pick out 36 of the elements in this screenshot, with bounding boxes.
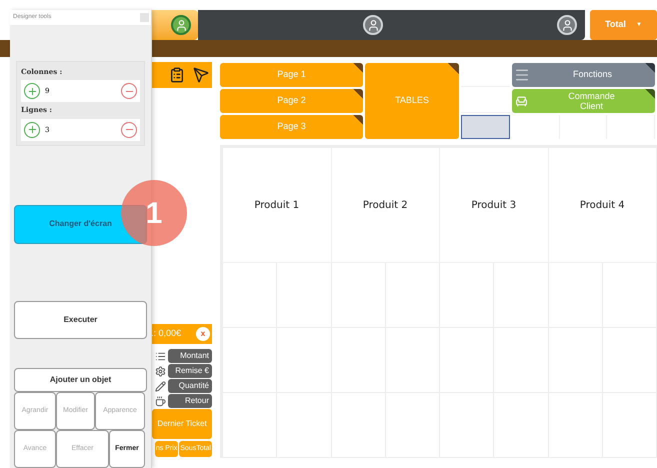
cup-icon <box>155 396 166 406</box>
function-button[interactable]: Quantité <box>168 379 212 393</box>
execute-button[interactable]: Executer <box>14 300 147 340</box>
empty-cell[interactable] <box>461 115 510 139</box>
add-object-button[interactable]: Ajouter un objet <box>14 368 147 392</box>
user-button[interactable] <box>152 10 198 40</box>
page-button[interactable]: Page 1 <box>220 63 363 87</box>
product-tile[interactable]: Produit 2 <box>332 148 440 262</box>
last-ticket-button[interactable]: Dernier Ticket <box>152 409 212 439</box>
minus-icon[interactable] <box>121 122 137 138</box>
minus-icon[interactable] <box>121 83 137 100</box>
product-tile[interactable]: Produit 4 <box>548 148 657 262</box>
function-button[interactable]: Remise € <box>168 364 212 378</box>
user-icon[interactable] <box>171 15 191 35</box>
total-amount: .: 0,00€ <box>151 327 182 340</box>
send-icon[interactable] <box>193 67 209 83</box>
function-button[interactable]: Montant <box>168 349 212 363</box>
function-button[interactable]: Retour <box>168 394 212 408</box>
page-button[interactable]: Page 3 <box>220 115 363 139</box>
product-tile[interactable]: Produit 3 <box>440 148 548 262</box>
close-button[interactable] <box>140 12 149 22</box>
product-tile[interactable]: Produit 1 <box>223 148 332 262</box>
functions-button[interactable]: Fonctions <box>512 63 655 87</box>
customer-order-button[interactable]: Commande Client <box>512 89 655 113</box>
plus-icon[interactable] <box>24 122 40 138</box>
clipboard-icon[interactable] <box>169 67 185 83</box>
tables-button[interactable]: TABLES <box>365 63 459 139</box>
menu-icon <box>514 67 530 83</box>
plus-icon[interactable] <box>24 83 40 100</box>
pencil-icon <box>155 380 166 392</box>
sofa-icon <box>515 94 528 108</box>
gear-icon <box>155 366 166 376</box>
page-button[interactable]: Page 2 <box>220 89 363 113</box>
clear-button[interactable]: x <box>196 327 210 341</box>
list-icon <box>155 350 166 362</box>
step-badge: 1 <box>121 180 187 246</box>
